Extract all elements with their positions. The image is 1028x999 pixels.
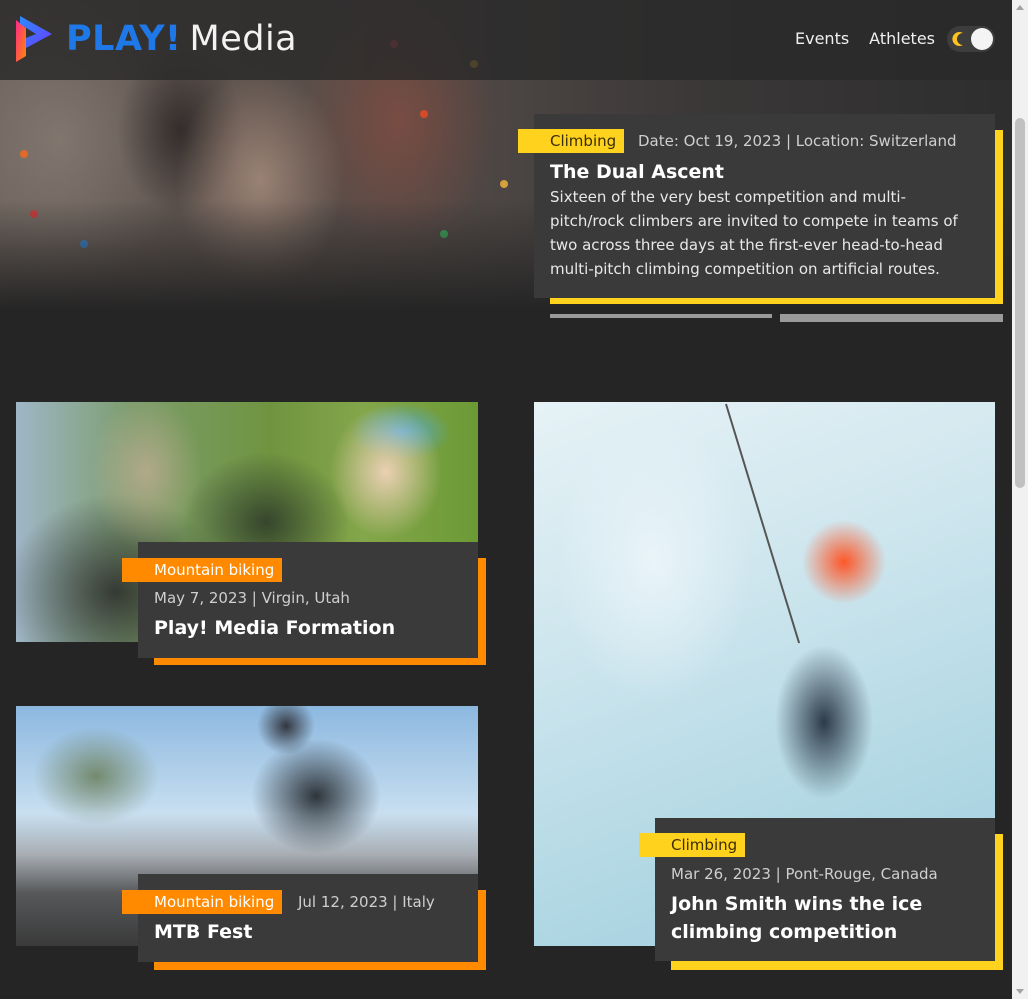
card-title[interactable]: Play! Media Formation	[154, 614, 395, 642]
page-scrollbar[interactable]	[1012, 0, 1028, 999]
moon-icon	[952, 32, 963, 46]
scrollbar-thumb[interactable]	[1015, 118, 1025, 488]
card-meta: Jul 12, 2023 | Italy	[298, 893, 435, 911]
scroll-up-icon[interactable]	[1016, 5, 1024, 10]
hero-title[interactable]: The Dual Ascent	[550, 158, 724, 186]
hero-category-tag[interactable]: Climbing	[518, 129, 625, 153]
card-meta: Mar 26, 2023 | Pont-Rouge, Canada	[671, 865, 938, 883]
nav-link-events[interactable]: Events	[795, 29, 849, 49]
card-title[interactable]: MTB Fest	[154, 918, 252, 946]
brand-play: PLAY!	[66, 19, 182, 59]
scroll-down-icon[interactable]	[1016, 989, 1024, 994]
nav-link-athletes[interactable]: Athletes	[869, 29, 935, 49]
toggle-knob	[971, 28, 993, 50]
brand-media: Media	[189, 19, 298, 59]
hero-meta: Date: Oct 19, 2023 | Location: Switzerla…	[638, 132, 957, 150]
play-logo-icon[interactable]	[14, 14, 54, 64]
category-tag[interactable]: Mountain biking	[122, 890, 283, 914]
carousel-indicator-1[interactable]	[550, 314, 772, 318]
category-tag[interactable]: Mountain biking	[122, 558, 283, 582]
category-tag[interactable]: Climbing	[639, 833, 746, 857]
carousel-indicator-2[interactable]	[780, 314, 1003, 322]
top-navbar: PLAY! Media Events Athletes	[0, 0, 1012, 80]
nav-links: Events Athletes	[795, 29, 935, 49]
brand-name[interactable]: PLAY! Media	[66, 18, 297, 60]
theme-toggle[interactable]	[947, 26, 995, 52]
card-meta: May 7, 2023 | Virgin, Utah	[154, 589, 350, 607]
hero-description: Sixteen of the very best competition and…	[550, 188, 958, 278]
card-title[interactable]: John Smith wins the ice climbing competi…	[671, 890, 989, 946]
